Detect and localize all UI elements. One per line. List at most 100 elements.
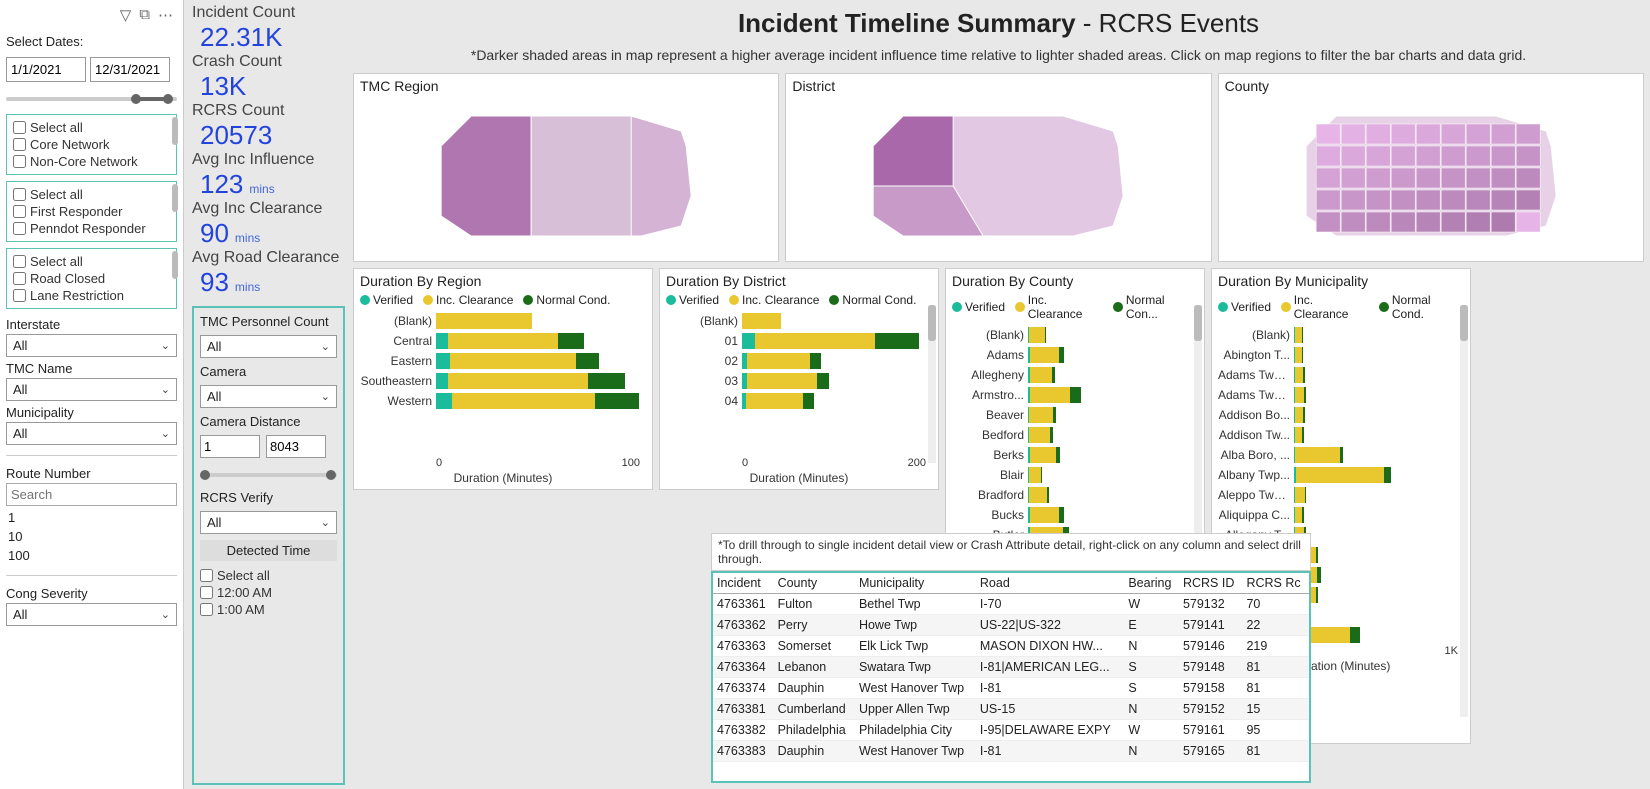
chart-region[interactable]: Duration By Region VerifiedInc. Clearanc… (353, 268, 653, 490)
filter-dropdown[interactable]: All⌄ (6, 378, 177, 401)
col-rcrs-rc[interactable]: RCRS Rc (1242, 573, 1309, 594)
map-tmc-region[interactable]: TMC Region (353, 73, 779, 262)
map-district[interactable]: District (785, 73, 1211, 262)
detected-time-item[interactable]: Select all (200, 567, 337, 584)
bar-row[interactable]: 01 (666, 333, 932, 349)
bar-row[interactable]: Western (360, 393, 646, 409)
filter-icon[interactable]: ▽ (120, 6, 132, 24)
more-icon[interactable]: ⋯ (158, 6, 173, 24)
bar-row[interactable]: Allegheny (952, 367, 1198, 383)
bar-row[interactable]: Bucks (952, 507, 1198, 523)
col-municipality[interactable]: Municipality (855, 573, 976, 594)
focus-icon[interactable]: ⧉ (139, 6, 150, 24)
filter-checkbox[interactable]: Penndot Responder (13, 220, 170, 237)
chevron-down-icon: ⌄ (161, 383, 170, 396)
bar-row[interactable]: Aleppo Twp... (1218, 487, 1464, 503)
route-number-label: Route Number (6, 466, 177, 481)
rcrs-verify-dropdown[interactable]: All⌄ (200, 511, 337, 534)
bar-row[interactable]: Southeastern (360, 373, 646, 389)
camera-distance-min[interactable] (200, 435, 260, 458)
table-row[interactable]: 4763364LebanonSwatara TwpI-81|AMERICAN L… (713, 657, 1309, 678)
chevron-down-icon: ⌄ (161, 608, 170, 621)
bar-row[interactable]: (Blank) (666, 313, 932, 329)
camera-distance-slider[interactable] (200, 466, 337, 484)
metric-avg-road-clearance: Avg Road Clearance93mins (192, 249, 345, 298)
filter-checkbox[interactable]: Select all (13, 119, 170, 136)
bar-row[interactable]: (Blank) (360, 313, 646, 329)
metric-crash-count: Crash Count13K (192, 53, 345, 102)
incident-table[interactable]: IncidentCountyMunicipalityRoadBearingRCR… (711, 571, 1311, 783)
cong-severity-dropdown[interactable]: All⌄ (6, 603, 177, 626)
bar-row[interactable]: (Blank) (1218, 327, 1464, 343)
bar-row[interactable]: 03 (666, 373, 932, 389)
chevron-down-icon: ⌄ (321, 340, 330, 353)
route-item[interactable]: 100 (8, 546, 177, 565)
bar-row[interactable]: Central (360, 333, 646, 349)
chevron-down-icon: ⌄ (161, 427, 170, 440)
table-row[interactable]: 4763381CumberlandUpper Allen TwpUS-15N57… (713, 699, 1309, 720)
filter-checkbox[interactable]: First Responder (13, 203, 170, 220)
metrics-column: Incident Count22.31KCrash Count13KRCRS C… (184, 0, 351, 789)
date-start-input[interactable] (6, 57, 86, 82)
camera-dropdown[interactable]: All⌄ (200, 385, 337, 408)
bar-row[interactable]: Aliquippa C... (1218, 507, 1464, 523)
route-list[interactable]: 110100 (6, 508, 177, 565)
metric-rcrs-count: RCRS Count20573 (192, 102, 345, 151)
bar-row[interactable]: Adams Twp... (1218, 367, 1464, 383)
bar-row[interactable]: Berks (952, 447, 1198, 463)
bar-row[interactable]: Abington T... (1218, 347, 1464, 363)
camera-distance-max[interactable] (266, 435, 326, 458)
bar-row[interactable]: 04 (666, 393, 932, 409)
bar-row[interactable]: Addison Bo... (1218, 407, 1464, 423)
bar-row[interactable]: Bedford (952, 427, 1198, 443)
table-row[interactable]: 4763383DauphinWest Hanover TwpI-81N57916… (713, 741, 1309, 762)
col-incident[interactable]: Incident (713, 573, 774, 594)
detected-time-item[interactable]: 12:00 AM (200, 584, 337, 601)
col-county[interactable]: County (774, 573, 855, 594)
bar-row[interactable]: Adams Twp... (1218, 387, 1464, 403)
col-bearing[interactable]: Bearing (1124, 573, 1179, 594)
filter-checkbox[interactable]: Non-Core Network (13, 153, 170, 170)
route-item[interactable]: 10 (8, 527, 177, 546)
filter-checkbox[interactable]: Select all (13, 186, 170, 203)
col-rcrs-id[interactable]: RCRS ID (1179, 573, 1243, 594)
date-range-slider[interactable] (6, 90, 177, 108)
filter-label: Interstate (6, 317, 177, 332)
route-item[interactable]: 1 (8, 508, 177, 527)
filter-checkbox[interactable]: Select all (13, 253, 170, 270)
bar-row[interactable]: Albany Twp... (1218, 467, 1464, 483)
bar-row[interactable]: 02 (666, 353, 932, 369)
bar-row[interactable]: Bradford (952, 487, 1198, 503)
filter-dropdown[interactable]: All⌄ (6, 334, 177, 357)
map-county[interactable]: County (1218, 73, 1644, 262)
main-content: Incident Timeline Summary - RCRS Events … (351, 0, 1650, 789)
route-search-input[interactable] (6, 483, 177, 506)
col-road[interactable]: Road (976, 573, 1124, 594)
filter-checkbox[interactable]: Road Closed (13, 270, 170, 287)
bar-row[interactable]: (Blank) (952, 327, 1198, 343)
table-row[interactable]: 4763361FultonBethel TwpI-70W57913270 (713, 594, 1309, 615)
table-row[interactable]: 4763374DauphinWest Hanover TwpI-81S57915… (713, 678, 1309, 699)
date-end-input[interactable] (90, 57, 170, 82)
filter-dropdown[interactable]: All⌄ (6, 422, 177, 445)
bar-row[interactable]: Alba Boro, ... (1218, 447, 1464, 463)
chevron-down-icon: ⌄ (321, 390, 330, 403)
filter-checkbox[interactable]: Lane Restriction (13, 287, 170, 304)
network-filter-group: Select allCore NetworkNon-Core Network (6, 114, 177, 175)
bar-row[interactable]: Armstro... (952, 387, 1198, 403)
table-row[interactable]: 4763363SomersetElk Lick TwpMASON DIXON H… (713, 636, 1309, 657)
camera-label: Camera (200, 364, 337, 379)
bar-row[interactable]: Adams (952, 347, 1198, 363)
table-row[interactable]: 4763382PhiladelphiaPhiladelphia CityI-95… (713, 720, 1309, 741)
filter-checkbox[interactable]: Core Network (13, 136, 170, 153)
chart-district[interactable]: Duration By District VerifiedInc. Cleara… (659, 268, 939, 490)
table-row[interactable]: 4763362PerryHowe TwpUS-22|US-322E5791412… (713, 615, 1309, 636)
bar-row[interactable]: Beaver (952, 407, 1198, 423)
bar-row[interactable]: Eastern (360, 353, 646, 369)
detected-time-item[interactable]: 1:00 AM (200, 601, 337, 618)
bar-row[interactable]: Blair (952, 467, 1198, 483)
cong-severity-label: Cong Severity (6, 586, 177, 601)
bar-row[interactable]: Addison Tw... (1218, 427, 1464, 443)
rcrs-verify-label: RCRS Verify (200, 490, 337, 505)
tmc-personnel-dropdown[interactable]: All⌄ (200, 335, 337, 358)
